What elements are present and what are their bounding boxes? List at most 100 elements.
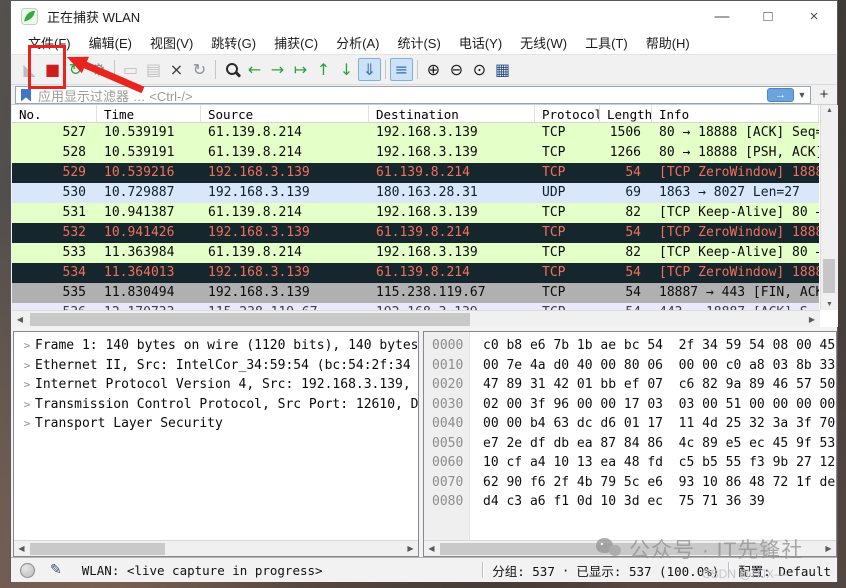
expander-icon[interactable]: > <box>19 356 35 376</box>
close-button[interactable]: × <box>791 1 837 31</box>
hex-row-0000[interactable]: 0000c0 b8 e6 7b 1b ae bc 54 2f 34 59 54 … <box>424 336 836 356</box>
packet-list-vscrollbar[interactable]: ▲ ▼ <box>820 105 838 310</box>
filter-add-button[interactable]: + <box>815 86 833 104</box>
column-header-source[interactable]: Source <box>201 105 369 122</box>
scroll-left-arrow-icon[interactable]: ◀ <box>14 541 29 556</box>
column-header-protocol[interactable]: Protocol <box>535 105 600 122</box>
scroll-up-arrow-icon[interactable]: ▲ <box>821 107 838 114</box>
menu-file[interactable]: 文件(F) <box>19 31 80 54</box>
hex-bytes[interactable]: 10 cf a4 10 13 ea 48 fd c5 b5 55 f3 9b 2… <box>470 453 835 473</box>
packet-row-532[interactable]: 53210.941426192.168.3.13961.139.8.214TCP… <box>12 223 819 243</box>
go-first-button[interactable]: ↑ <box>312 58 335 81</box>
expander-icon[interactable]: > <box>19 414 35 434</box>
hex-bytes[interactable]: 00 00 b4 63 dc d6 01 17 11 4d 25 32 3a 3… <box>470 414 835 434</box>
hex-bytes[interactable]: c0 b8 e6 7b 1b ae bc 54 2f 34 59 54 08 0… <box>470 336 835 356</box>
filter-apply-button[interactable]: → <box>767 88 794 102</box>
column-header-no[interactable]: No. <box>12 105 97 122</box>
detail-line-3[interactable]: >Transmission Control Protocol, Src Port… <box>14 395 418 415</box>
expander-icon[interactable]: > <box>19 336 35 356</box>
packet-row-535[interactable]: 53511.830494192.168.3.139115.238.119.67T… <box>12 283 819 303</box>
detail-line-2[interactable]: >Internet Protocol Version 4, Src: 192.1… <box>14 375 418 395</box>
column-header-info[interactable]: Info <box>652 105 819 122</box>
details-hscrollbar-thumb[interactable] <box>30 543 165 555</box>
zoom-in-button[interactable]: ⊕ <box>422 58 445 81</box>
hex-bytes[interactable]: 47 89 31 42 01 bb ef 07 c6 82 9a 89 46 5… <box>470 375 835 395</box>
hex-row-0020[interactable]: 002047 89 31 42 01 bb ef 07 c6 82 9a 89 … <box>424 375 836 395</box>
reload-file-button[interactable]: ↻ <box>188 58 211 81</box>
packet-row-527[interactable]: 52710.53919161.139.8.214192.168.3.139TCP… <box>12 123 819 143</box>
menu-help[interactable]: 帮助(H) <box>637 31 699 54</box>
resize-columns-button[interactable]: ▦ <box>491 58 514 81</box>
capture-stop-button[interactable]: ■ <box>41 58 64 81</box>
hex-bytes[interactable]: 02 00 3f 96 00 00 17 03 03 00 51 00 00 0… <box>470 395 835 415</box>
zoom-out-button[interactable]: ⊖ <box>445 58 468 81</box>
hex-row-0080[interactable]: 0080d4 c3 a6 f1 0d 10 3d ec 75 71 36 39 <box>424 492 836 512</box>
packet-row-528[interactable]: 52810.53919161.139.8.214192.168.3.139TCP… <box>12 143 819 163</box>
hex-bytes[interactable]: e7 2e df db ea 87 84 86 4c 89 e5 ec 45 9… <box>470 434 835 454</box>
vscrollbar-thumb[interactable] <box>823 259 835 293</box>
scroll-right-arrow-icon[interactable]: ▶ <box>821 541 836 556</box>
hex-row-0050[interactable]: 0050e7 2e df db ea 87 84 86 4c 89 e5 ec … <box>424 434 836 454</box>
menu-analyze[interactable]: 分析(A) <box>327 31 388 54</box>
column-header-time[interactable]: Time <box>97 105 201 122</box>
hex-row-0010[interactable]: 001000 7e 4a d0 40 00 80 06 00 00 c0 a8 … <box>424 356 836 376</box>
capture-options-button[interactable]: ⚙ <box>87 58 110 81</box>
maximize-button[interactable]: □ <box>745 1 791 31</box>
hex-bytes[interactable]: 00 7e 4a d0 40 00 80 06 00 00 c0 a8 03 8… <box>470 356 835 376</box>
hex-row-0060[interactable]: 006010 cf a4 10 13 ea 48 fd c5 b5 55 f3 … <box>424 453 836 473</box>
capture-comment-icon[interactable]: ✎ <box>50 562 62 578</box>
menu-edit[interactable]: 编辑(E) <box>80 31 141 54</box>
go-to-packet-button[interactable]: ↦ <box>289 58 312 81</box>
scroll-left-arrow-icon[interactable]: ◀ <box>12 312 28 327</box>
capture-file-properties-icon[interactable] <box>20 563 35 578</box>
column-header-length[interactable]: Length <box>600 105 652 122</box>
hex-bytes[interactable]: d4 c3 a6 f1 0d 10 3d ec 75 71 36 39 <box>470 492 765 512</box>
go-back-button[interactable]: ← <box>243 58 266 81</box>
packet-row-529[interactable]: 52910.539216192.168.3.13961.139.8.214TCP… <box>12 163 819 183</box>
menu-tools[interactable]: 工具(T) <box>576 31 637 54</box>
details-hscrollbar[interactable]: ◀ ▶ <box>14 540 418 556</box>
column-header-destination[interactable]: Destination <box>369 105 535 122</box>
packet-row-533[interactable]: 53311.36398461.139.8.214192.168.3.139TCP… <box>12 243 819 263</box>
hscrollbar-thumb[interactable] <box>30 313 470 326</box>
menu-capture[interactable]: 捕获(C) <box>265 31 327 54</box>
menu-view[interactable]: 视图(V) <box>141 31 202 54</box>
menu-go[interactable]: 跳转(G) <box>202 31 265 54</box>
capture-restart-button[interactable]: ↻ <box>64 58 87 81</box>
hex-row-0030[interactable]: 003002 00 3f 96 00 00 17 03 03 00 51 00 … <box>424 395 836 415</box>
menu-statistics[interactable]: 统计(S) <box>388 31 449 54</box>
menu-wireless[interactable]: 无线(W) <box>511 31 576 54</box>
detail-line-0[interactable]: >Frame 1: 140 bytes on wire (1120 bits),… <box>14 336 418 356</box>
scroll-right-arrow-icon[interactable]: ▶ <box>804 312 820 327</box>
menu-telephony[interactable]: 电话(Y) <box>450 31 511 54</box>
bytes-hscrollbar-thumb[interactable] <box>440 543 770 555</box>
profile-name[interactable]: 配置: Default <box>738 561 831 580</box>
scroll-left-arrow-icon[interactable]: ◀ <box>424 541 439 556</box>
packet-row-536[interactable]: 53612.170733115.238.119.67192.168.3.139T… <box>12 303 819 310</box>
expander-icon[interactable]: > <box>19 395 35 415</box>
expander-icon[interactable]: > <box>19 375 35 395</box>
hex-row-0070[interactable]: 007062 90 f6 2f 4b 79 5c e6 93 10 86 48 … <box>424 473 836 493</box>
packet-row-534[interactable]: 53411.364013192.168.3.13961.139.8.214TCP… <box>12 263 819 283</box>
go-forward-button[interactable]: → <box>266 58 289 81</box>
bytes-hscrollbar[interactable]: ◀ ▶ <box>424 540 836 556</box>
packet-row-531[interactable]: 53110.94138761.139.8.214192.168.3.139TCP… <box>12 203 819 223</box>
packet-row-530[interactable]: 53010.729887192.168.3.139180.163.28.31UD… <box>12 183 819 203</box>
colorize-button[interactable]: ≡ <box>390 58 413 81</box>
go-last-button[interactable]: ↓ <box>335 58 358 81</box>
auto-scroll-button[interactable]: ⇓ <box>358 58 381 81</box>
filter-bookmark-icon[interactable] <box>21 89 31 102</box>
scroll-down-arrow-icon[interactable]: ▼ <box>821 301 838 308</box>
hex-bytes[interactable]: 62 90 f6 2f 4b 79 5c e6 93 10 86 48 72 1… <box>470 473 835 493</box>
minimize-button[interactable]: — <box>699 1 745 31</box>
detail-line-1[interactable]: >Ethernet II, Src: IntelCor_34:59:54 (bc… <box>14 356 418 376</box>
packet-list-hscrollbar[interactable]: ◀ ▶ <box>12 310 820 327</box>
display-filter-input[interactable]: 应用显示过滤器 … <Ctrl-/> → ▼ <box>15 86 811 104</box>
detail-line-4[interactable]: >Transport Layer Security <box>14 414 418 434</box>
find-packet-button[interactable] <box>220 58 243 81</box>
zoom-reset-button[interactable]: ⊙ <box>468 58 491 81</box>
close-file-button[interactable]: × <box>165 58 188 81</box>
filter-dropdown-caret[interactable]: ▼ <box>794 90 810 100</box>
scroll-right-arrow-icon[interactable]: ▶ <box>403 541 418 556</box>
hex-row-0040[interactable]: 004000 00 b4 63 dc d6 01 17 11 4d 25 32 … <box>424 414 836 434</box>
